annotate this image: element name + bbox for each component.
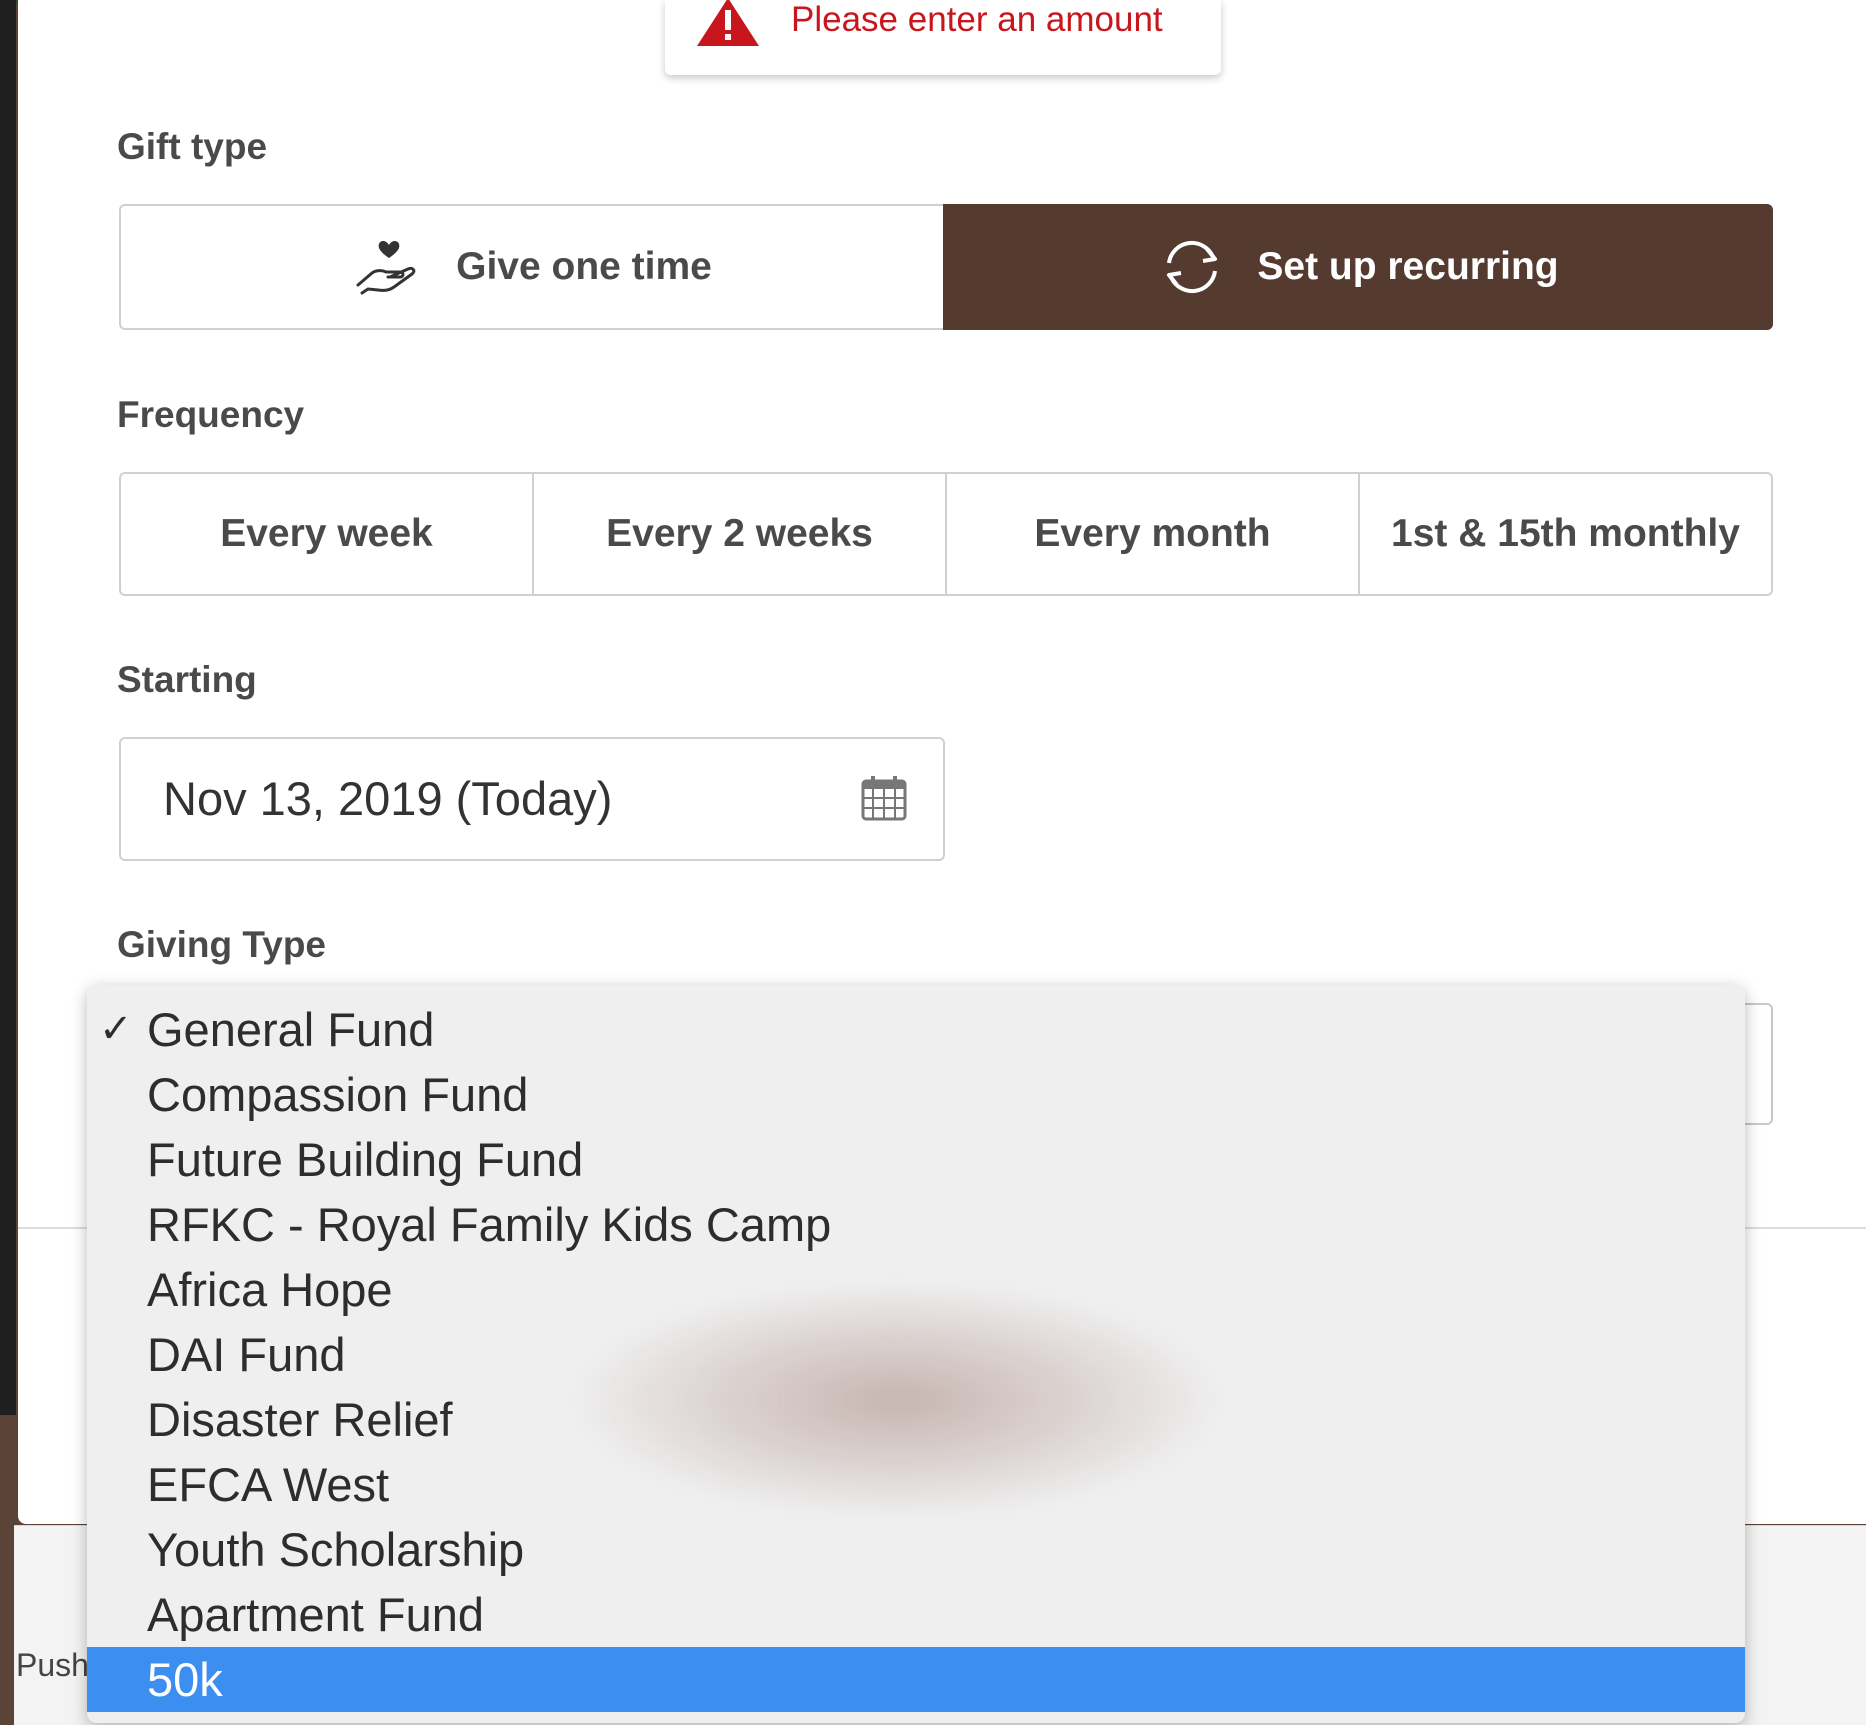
option-label: RFKC - Royal Family Kids Camp — [147, 1198, 832, 1251]
redacted-blur — [577, 1285, 1217, 1515]
giving-type-option-general-fund[interactable]: ✓ General Fund — [87, 997, 1745, 1062]
toast-message: Please enter an amount — [791, 0, 1163, 39]
option-label: General Fund — [147, 1003, 435, 1056]
option-label: Youth Scholarship — [147, 1523, 525, 1576]
set-up-recurring-label: Set up recurring — [1257, 245, 1559, 288]
footer-partial-text: Push — [16, 1647, 89, 1683]
calendar-icon[interactable] — [860, 774, 908, 822]
give-one-time-button[interactable]: Give one time — [119, 204, 943, 330]
frequency-every-week[interactable]: Every week — [121, 474, 534, 594]
recurring-arrows-icon — [1167, 240, 1218, 294]
checkmark-icon: ✓ — [99, 1007, 133, 1051]
option-label: Africa Hope — [147, 1263, 393, 1316]
option-label: Apartment Fund — [147, 1588, 485, 1641]
option-label: Disaster Relief — [147, 1393, 453, 1446]
starting-label: Starting — [117, 659, 257, 700]
start-date-field[interactable]: Nov 13, 2019 (Today) — [119, 737, 945, 861]
option-label: Future Building Fund — [147, 1133, 584, 1186]
option-label: DAI Fund — [147, 1328, 346, 1381]
frequency-every-month[interactable]: Every month — [947, 474, 1360, 594]
option-label: Compassion Fund — [147, 1068, 529, 1121]
gift-type-label: Gift type — [117, 126, 268, 167]
giving-type-label: Giving Type — [117, 924, 327, 965]
giving-type-option-rfkc[interactable]: RFKC - Royal Family Kids Camp — [87, 1192, 1745, 1257]
option-label: 50k — [147, 1653, 223, 1706]
frequency-label: Frequency — [117, 394, 305, 435]
error-toast: Please enter an amount — [665, 0, 1221, 75]
warning-triangle-icon — [697, 0, 759, 46]
start-date-value: Nov 13, 2019 (Today) — [163, 772, 613, 825]
frequency-every-2-weeks[interactable]: Every 2 weeks — [534, 474, 947, 594]
giving-type-dropdown-list: ✓ General Fund Compassion Fund Future Bu… — [87, 985, 1745, 1723]
frequency-1st-15th-monthly[interactable]: 1st & 15th monthly — [1360, 474, 1771, 594]
giving-type-option-youth-scholarship[interactable]: Youth Scholarship — [87, 1517, 1745, 1582]
giving-type-option-compassion-fund[interactable]: Compassion Fund — [87, 1062, 1745, 1127]
hand-heart-icon — [356, 241, 416, 295]
give-one-time-label: Give one time — [456, 245, 712, 288]
option-label: EFCA West — [147, 1458, 390, 1511]
giving-type-option-future-building-fund[interactable]: Future Building Fund — [87, 1127, 1745, 1192]
giving-type-option-apartment-fund[interactable]: Apartment Fund — [87, 1582, 1745, 1647]
frequency-options: Every week Every 2 weeks Every month 1st… — [119, 472, 1773, 596]
set-up-recurring-button[interactable]: Set up recurring — [943, 204, 1773, 330]
giving-type-option-50k[interactable]: 50k — [87, 1647, 1745, 1712]
